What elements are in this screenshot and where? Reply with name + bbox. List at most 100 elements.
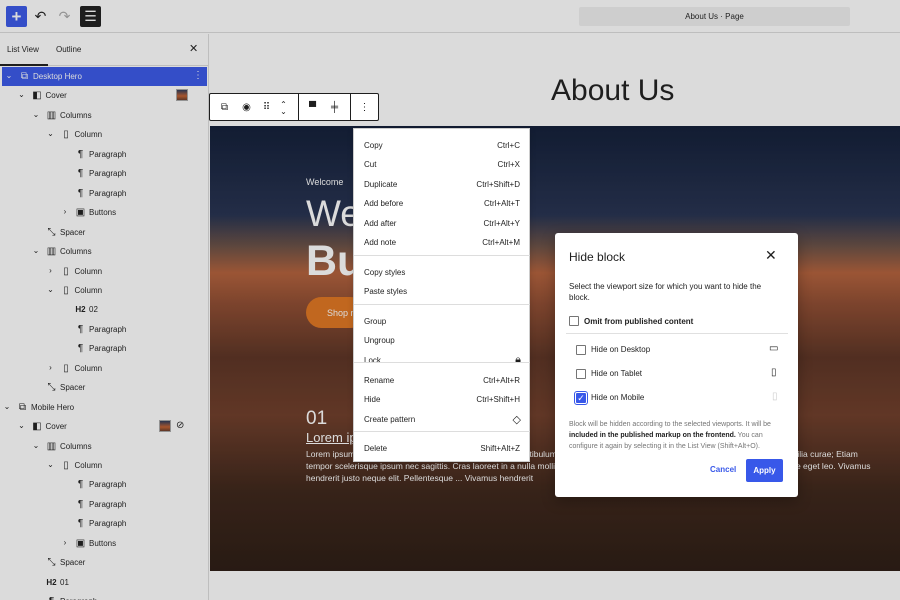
- chevron-down-icon[interactable]: ⌄: [31, 110, 41, 119]
- chevron-right-icon[interactable]: ›: [60, 538, 70, 547]
- menu-item-add-after[interactable]: Add after Ctrl+Alt+Y: [354, 215, 530, 234]
- document-title-bar[interactable]: About Us · Page: [579, 7, 850, 26]
- tree-item[interactable]: ¶Paragraph: [0, 320, 208, 339]
- tree-item[interactable]: › ▯ Column: [0, 359, 208, 378]
- menu-item-shortcut: Ctrl+Shift+H: [476, 395, 520, 404]
- cancel-button[interactable]: Cancel: [710, 465, 736, 474]
- menu-item-label: Copy styles: [364, 268, 406, 277]
- apply-button[interactable]: Apply: [746, 459, 783, 482]
- hide-tablet-label[interactable]: Hide on Tablet: [591, 369, 642, 378]
- menu-item-add-before[interactable]: Add before Ctrl+Alt+T: [354, 195, 530, 214]
- chevron-down-icon[interactable]: ⌄: [2, 402, 12, 411]
- hide-mobile-label[interactable]: Hide on Mobile: [591, 393, 644, 402]
- paragraph-icon: ¶: [77, 148, 84, 160]
- tree-item[interactable]: ⤡ Spacer: [0, 378, 208, 397]
- tree-item[interactable]: ⌄ ⧉ Desktop Hero ⋮: [2, 67, 207, 86]
- cover-welcome-text[interactable]: Welcome: [306, 177, 343, 187]
- tree-item[interactable]: H2 02: [0, 300, 208, 319]
- tree-item[interactable]: ⌄ ◧ Cover: [0, 86, 208, 105]
- tree-item[interactable]: ⌄ ▥ Columns: [0, 437, 208, 456]
- chevron-right-icon[interactable]: ›: [46, 266, 56, 275]
- parent-block-icon[interactable]: ⧉: [216, 99, 233, 116]
- tree-item-label: Paragraph: [89, 519, 127, 529]
- menu-item-paste-styles[interactable]: Paste styles: [354, 283, 530, 302]
- menu-item-add-note[interactable]: Add note Ctrl+Alt+M: [354, 234, 530, 253]
- hide-mobile-checkbox[interactable]: ✓: [574, 391, 588, 405]
- hide-desktop-checkbox[interactable]: [576, 345, 586, 355]
- chevron-down-icon[interactable]: ⌄: [4, 71, 14, 80]
- redo-button[interactable]: ↷: [54, 6, 75, 27]
- tree-item[interactable]: ⌄ ◧ Cover ⊘: [0, 417, 208, 436]
- chevron-right-icon[interactable]: ›: [60, 207, 70, 216]
- close-icon[interactable]: ✕: [765, 247, 777, 264]
- more-options-icon[interactable]: ⋮: [356, 99, 373, 116]
- add-block-button[interactable]: +: [6, 6, 27, 27]
- options-icon[interactable]: ⋮: [193, 70, 203, 81]
- hide-desktop-label[interactable]: Hide on Desktop: [591, 345, 650, 354]
- menu-item-create-pattern[interactable]: Create pattern ◇: [354, 411, 530, 430]
- tree-item[interactable]: ¶Paragraph: [0, 592, 208, 600]
- drag-handle-icon[interactable]: ⠿: [258, 99, 275, 116]
- menu-item-duplicate[interactable]: Duplicate Ctrl+Shift+D: [354, 176, 530, 195]
- move-arrows-icon[interactable]: ⌃ ⌄: [275, 99, 292, 116]
- tree-item[interactable]: ⤡ Spacer: [0, 223, 208, 242]
- menu-item-copy-styles[interactable]: Copy styles: [354, 264, 530, 283]
- menu-item-ungroup[interactable]: Ungroup: [354, 332, 530, 351]
- close-icon[interactable]: ✕: [189, 42, 198, 55]
- undo-button[interactable]: ↶: [30, 6, 51, 27]
- modal-note: Block will be hidden according to the se…: [569, 419, 783, 452]
- tree-item[interactable]: ¶Paragraph: [0, 164, 208, 183]
- menu-item-delete[interactable]: Delete Shift+Alt+Z: [354, 440, 530, 459]
- cover-number[interactable]: 01: [306, 408, 327, 430]
- chevron-down-icon[interactable]: ⌄: [17, 421, 27, 430]
- justify-icon[interactable]: ╪: [326, 99, 343, 116]
- tree-item[interactable]: ¶Paragraph: [0, 184, 208, 203]
- tree-item[interactable]: ¶Paragraph: [0, 145, 208, 164]
- menu-item-label: Copy: [364, 141, 383, 150]
- tree-item[interactable]: ¶ Paragraph: [0, 514, 208, 533]
- menu-item-rename[interactable]: Rename Ctrl+Alt+R: [354, 372, 530, 391]
- omit-checkbox[interactable]: [569, 316, 579, 326]
- chevron-down-icon[interactable]: ⌄: [46, 460, 56, 469]
- menu-item-copy[interactable]: Copy Ctrl+C: [354, 137, 530, 156]
- group-icon: ⧉: [20, 71, 29, 82]
- tree-item[interactable]: ⌄ ⧉ Mobile Hero: [0, 398, 208, 417]
- tree-item[interactable]: › ▯ Column: [0, 262, 208, 281]
- menu-item-cut[interactable]: Cut Ctrl+X: [354, 156, 530, 175]
- tree-item[interactable]: ⌄ ▯ Column: [0, 456, 208, 475]
- tree-item[interactable]: ⌄ ▯ Column: [0, 125, 208, 144]
- hide-tablet-checkbox[interactable]: [576, 369, 586, 379]
- tree-item[interactable]: ⌄ ▯ Column: [0, 281, 208, 300]
- menu-item-group[interactable]: Group: [354, 313, 530, 332]
- tree-item[interactable]: ⌄ ▥ Columns: [0, 106, 208, 125]
- tree-item[interactable]: H2 01: [0, 573, 208, 592]
- page-title[interactable]: About Us: [551, 74, 674, 108]
- tab-outline[interactable]: Outline: [56, 45, 81, 54]
- tree-item-label: Columns: [60, 247, 92, 257]
- hidden-eye-icon[interactable]: ⊘: [176, 420, 184, 431]
- chevron-down-icon[interactable]: ⌄: [46, 285, 56, 294]
- tree-item[interactable]: › ▣ Buttons: [0, 203, 208, 222]
- undo-icon: ↶: [34, 8, 47, 24]
- tree-item[interactable]: ⌄ ▥ Columns: [0, 242, 208, 261]
- visibility-icon[interactable]: ◉: [238, 99, 255, 116]
- tree-item[interactable]: › ▣ Buttons: [0, 534, 208, 553]
- chevron-right-icon[interactable]: ›: [46, 363, 56, 372]
- chevron-down-icon[interactable]: ⌄: [46, 129, 56, 138]
- tree-item[interactable]: ¶Paragraph: [0, 495, 208, 514]
- omit-label[interactable]: Omit from published content: [584, 317, 693, 326]
- list-view-button[interactable]: ☰: [80, 6, 101, 27]
- tab-list-view[interactable]: List View: [0, 45, 48, 66]
- tree-item[interactable]: ¶Paragraph: [0, 339, 208, 358]
- tree-item[interactable]: ¶Paragraph: [0, 475, 208, 494]
- tree-item[interactable]: ⤡ Spacer: [0, 553, 208, 572]
- chevron-down-icon[interactable]: ⌄: [17, 90, 27, 99]
- column-icon: ▯: [63, 460, 69, 471]
- align-icon[interactable]: ▀: [304, 99, 321, 116]
- block-options-menu: Copy Ctrl+C Cut Ctrl+X Duplicate Ctrl+Shift+D…: [353, 128, 530, 462]
- menu-item-hide[interactable]: Hide Ctrl+Shift+H: [354, 391, 530, 410]
- chevron-down-icon[interactable]: ⌄: [31, 441, 41, 450]
- cover-subheading[interactable]: Lorem ip: [306, 430, 357, 445]
- chevron-down-icon[interactable]: ⌄: [31, 246, 41, 255]
- paragraph-icon: ¶: [77, 518, 84, 530]
